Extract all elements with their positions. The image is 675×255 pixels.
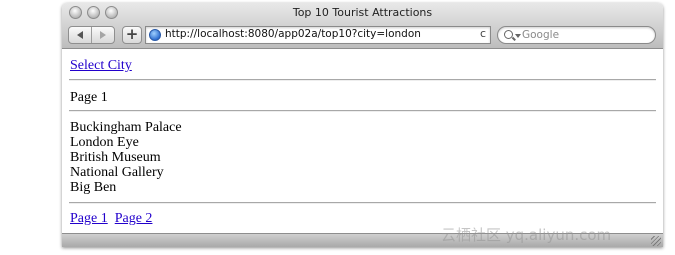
- search-input[interactable]: Google: [497, 26, 656, 44]
- title-bar: Top 10 Tourist Attractions + http://loca…: [62, 3, 663, 49]
- back-button[interactable]: [69, 27, 91, 43]
- list-item: Buckingham Palace: [70, 120, 182, 135]
- globe-icon: [149, 29, 161, 41]
- reload-icon[interactable]: c: [480, 27, 486, 40]
- list-item: National Gallery: [70, 165, 164, 180]
- divider: [69, 110, 656, 112]
- page-label: Page 1: [70, 90, 108, 105]
- url-text[interactable]: http://localhost:8080/app02a/top10?city=…: [165, 28, 421, 40]
- search-placeholder: Google: [522, 29, 560, 41]
- select-city-link[interactable]: Select City: [70, 58, 132, 73]
- page-1-link[interactable]: Page 1: [70, 211, 108, 226]
- navigation-buttons: [68, 26, 115, 44]
- watermark: 云栖社区 yq.aliyun.com: [441, 226, 612, 244]
- add-bookmark-button[interactable]: +: [122, 26, 142, 44]
- list-item: Big Ben: [70, 180, 117, 195]
- pagination: Page 1 Page 2: [70, 211, 152, 226]
- attraction-list: Buckingham Palace London Eye British Mus…: [70, 120, 182, 195]
- resize-grip-icon[interactable]: [651, 236, 661, 246]
- divider: [69, 79, 656, 81]
- address-bar[interactable]: http://localhost:8080/app02a/top10?city=…: [145, 26, 491, 44]
- browser-window: Top 10 Tourist Attractions + http://loca…: [62, 3, 663, 247]
- forward-arrow-icon: [100, 31, 107, 39]
- page-2-link[interactable]: Page 2: [115, 211, 153, 226]
- divider: [69, 202, 656, 204]
- window-title: Top 10 Tourist Attractions: [292, 6, 433, 19]
- list-item: London Eye: [70, 135, 139, 150]
- chevron-down-icon[interactable]: [515, 34, 521, 38]
- forward-button[interactable]: [91, 27, 114, 43]
- list-item: British Museum: [70, 150, 161, 165]
- back-arrow-icon: [77, 31, 84, 39]
- page-content: Select City Page 1 Buckingham Palace Lon…: [62, 50, 663, 235]
- search-icon: [504, 30, 513, 39]
